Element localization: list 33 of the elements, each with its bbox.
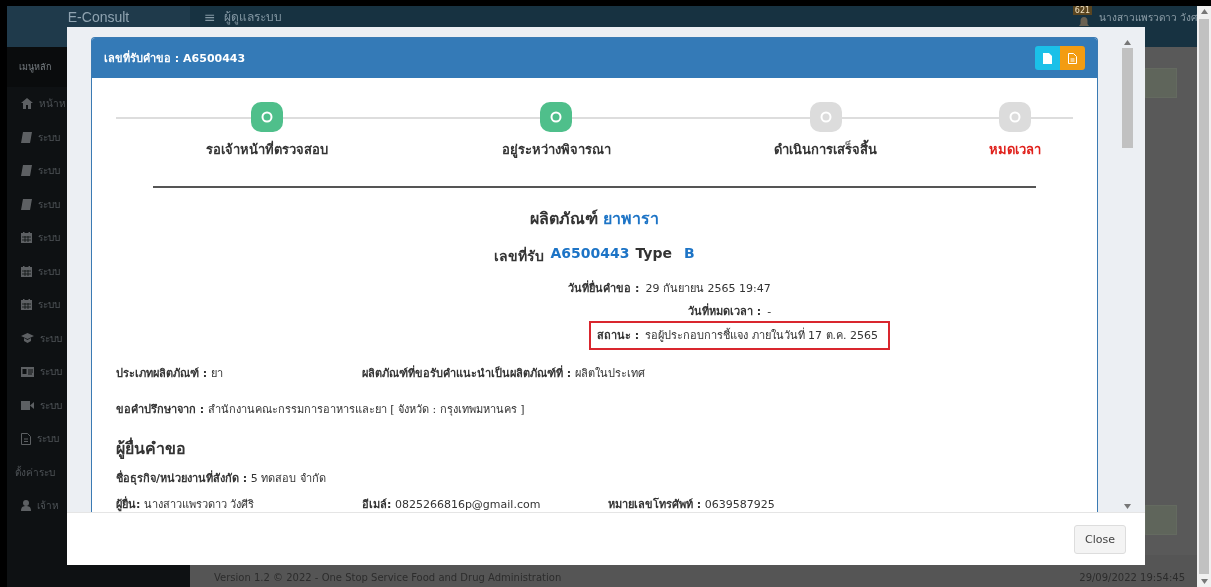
step-label: ดำเนินการเสร็จสิ้น — [774, 139, 877, 160]
field-value: 0825266816p@gmail.com — [394, 498, 541, 511]
step-label: รอเจ้าหน้าที่ตรวจสอบ — [206, 139, 328, 159]
receipt-label: เลขที่รับ — [494, 245, 545, 266]
field-value: ผลิตในประเทศ — [574, 367, 645, 380]
field-label: ประเภทผลิตภัณฑ์ : — [116, 367, 208, 380]
field-value: 0639587925 — [704, 498, 775, 511]
field-label: ชื่อธุรกิจ/หน่วยงานที่สังกัด : — [116, 472, 248, 485]
product-label: ผลิตภัณฑ์ — [529, 209, 598, 228]
field-label: หมายเลขโทรศัพท์ : — [608, 498, 702, 511]
field-label: อีเมล์: — [362, 498, 392, 511]
field-value: 29 กันยายน 2565 19:47 — [645, 281, 771, 296]
product-name: ยาพารา — [603, 209, 660, 228]
field-value: สำนักงานคณะกรรมการอาหารและยา [ จังหวัด : กรุงเทพมหานคร ] — [207, 403, 525, 416]
field-value: 5 ทดสอบ จำกัด — [250, 472, 326, 485]
notification-badge: 621 — [1072, 6, 1093, 15]
receipt-number: A6500443 — [550, 245, 630, 263]
section-heading: ผู้ยื่นคำขอ — [116, 436, 187, 461]
field-label: วันที่ยื่นคำขอ : — [568, 281, 640, 296]
field-value: รอผู้ประกอบการชี้แจง ภายในวันที่ 17 ต.ค. 2565 — [645, 328, 879, 343]
field-value: - — [767, 304, 772, 319]
field-label: ขอคำปรึกษาจาก : — [116, 403, 205, 416]
type-label: Type — [635, 245, 672, 263]
field-value: นางสาวแพรวดาว วังศีริ — [143, 498, 255, 511]
field-value: ยา — [210, 367, 223, 380]
field-label: ผลิตภัณฑ์ที่ขอรับคำแนะนำเป็นผลิตภัณฑ์ที่ : — [362, 367, 572, 380]
field-label: สถานะ : — [596, 328, 640, 343]
type-value: B — [683, 245, 695, 263]
field-label: ผู้ยื่น: — [116, 498, 141, 511]
step-label: อยู่ระหว่างพิจารณา — [501, 141, 611, 160]
header-title: ผู้ดูแลระบบ — [223, 9, 282, 25]
step-label: หมดเวลา — [989, 141, 1041, 159]
field-label: วันที่หมดเวลา : — [687, 304, 762, 319]
